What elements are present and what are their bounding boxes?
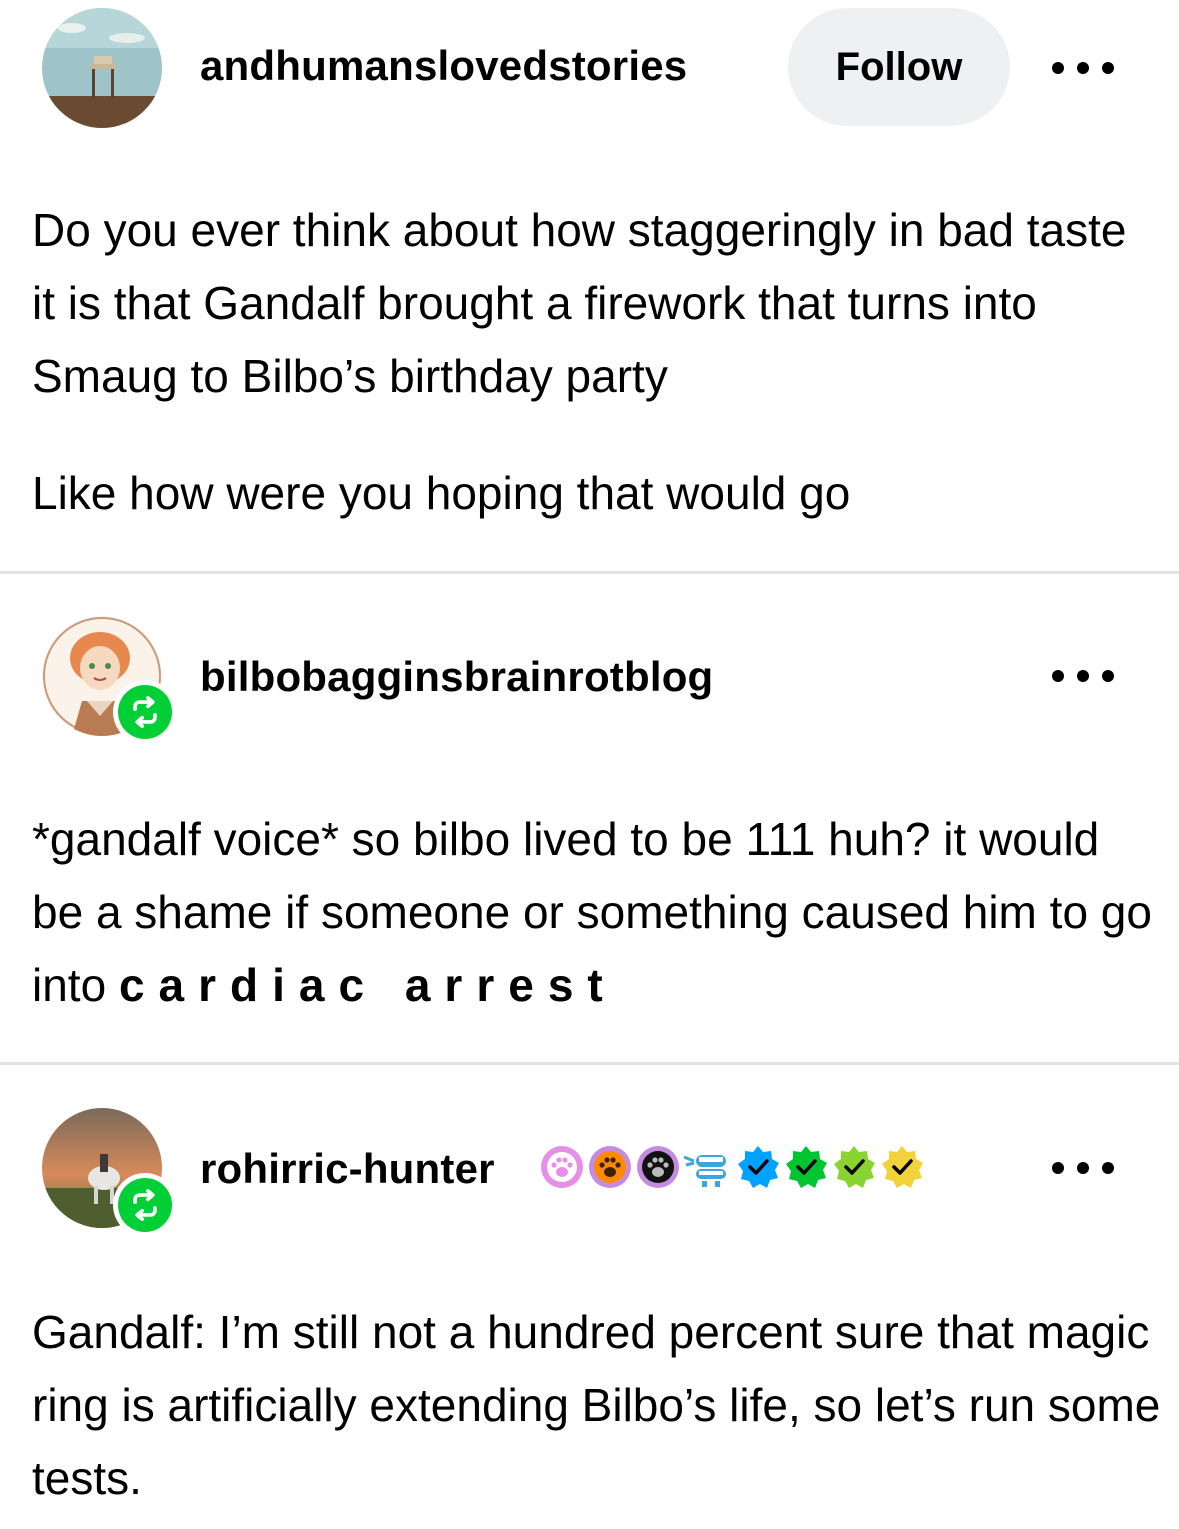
reblog-icon bbox=[133, 695, 157, 729]
username[interactable]: bilbobagginsbrainrotblog bbox=[200, 653, 713, 701]
more-options-icon[interactable] bbox=[1052, 1156, 1114, 1180]
post-body: *gandalf voice* so bilbo lived to be 111… bbox=[32, 803, 1162, 1022]
paw-orange-icon[interactable] bbox=[586, 1143, 634, 1191]
more-options-icon[interactable] bbox=[1052, 664, 1114, 688]
post-paragraph: Gandalf: I’m still not a hundred percent… bbox=[32, 1306, 1161, 1504]
divider bbox=[0, 1062, 1179, 1065]
badge-row bbox=[538, 1143, 926, 1191]
post-body: Do you ever think about how staggeringly… bbox=[32, 194, 1162, 530]
reblog-icon bbox=[133, 1188, 157, 1222]
username[interactable]: andhumanslovedstories bbox=[200, 42, 687, 90]
check-lime-icon[interactable] bbox=[830, 1143, 878, 1191]
check-green-icon[interactable] bbox=[782, 1143, 830, 1191]
check-blue-icon[interactable] bbox=[734, 1143, 782, 1191]
post-paragraph: *gandalf voice* so bilbo lived to be 111… bbox=[32, 803, 1162, 1022]
follow-button[interactable]: Follow bbox=[788, 8, 1010, 126]
post-paragraph: Do you ever think about how staggeringly… bbox=[32, 204, 1127, 402]
reblog-badge bbox=[113, 1173, 177, 1237]
avatar-andhumanslovedstories[interactable] bbox=[42, 8, 162, 128]
wind-up-teeth-icon[interactable] bbox=[682, 1143, 734, 1191]
post-body: Gandalf: I’m still not a hundred percent… bbox=[32, 1296, 1162, 1515]
paw-black-icon[interactable] bbox=[634, 1143, 682, 1191]
spaced-text: cardiac arrest bbox=[118, 959, 617, 1011]
more-options-icon[interactable] bbox=[1052, 56, 1114, 80]
paw-pink-icon[interactable] bbox=[538, 1143, 586, 1191]
post-paragraph: Like how were you hoping that would go bbox=[32, 467, 851, 519]
divider bbox=[0, 571, 1179, 574]
reblog-badge bbox=[113, 680, 177, 744]
check-yellow-icon[interactable] bbox=[878, 1143, 926, 1191]
username[interactable]: rohirric-hunter bbox=[200, 1145, 495, 1193]
